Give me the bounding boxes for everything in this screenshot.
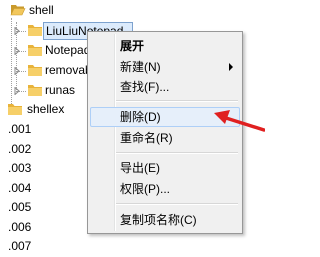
folder-icon	[27, 84, 43, 97]
menu-item-find[interactable]: 查找(F)...	[90, 77, 240, 97]
menu-separator	[116, 203, 238, 205]
tree-node-003[interactable]: .003	[0, 160, 50, 178]
folder-icon	[7, 103, 23, 116]
tree-node-shellex[interactable]: shellex	[0, 101, 90, 119]
folder-icon	[27, 44, 43, 57]
menu-item-label: 重命名(R)	[120, 131, 173, 145]
tree-node-label: shell	[29, 3, 54, 17]
tree-node-notepad[interactable]: Notepad	[0, 42, 90, 60]
tree-node-label: runas	[45, 83, 76, 97]
menu-item-export[interactable]: 导出(E)	[90, 158, 240, 178]
tree-node-006[interactable]: .006	[0, 219, 50, 237]
tree-node-label: .004	[8, 181, 32, 195]
tree-node-label: .007	[8, 239, 32, 253]
tree-node-007[interactable]: .007	[0, 238, 50, 256]
expand-arrow-icon[interactable]	[13, 26, 21, 36]
annotation-arrow-icon	[214, 110, 265, 132]
menu-item-label: 查找(F)...	[120, 80, 170, 94]
tree-node-shell[interactable]: shell	[0, 2, 120, 20]
menu-item-label: 删除(D)	[120, 110, 161, 124]
menu-item-label: 展开	[120, 39, 145, 53]
menu-separator	[116, 152, 238, 154]
folder-icon	[27, 24, 43, 37]
tree-node-removable[interactable]: removable	[0, 62, 91, 80]
folder-icon	[27, 64, 43, 77]
menu-item-expand[interactable]: 展开	[90, 36, 240, 56]
menu-item-label: 复制项名称(C)	[120, 213, 197, 227]
tree-node-004[interactable]: .004	[0, 180, 50, 198]
tree-node-runas[interactable]: runas	[0, 82, 90, 100]
tree-node-label: .006	[8, 220, 32, 234]
menu-item-label: 新建(N)	[120, 60, 161, 74]
menu-item-permissions[interactable]: 权限(P)...	[90, 179, 240, 199]
tree-node-label: .005	[8, 200, 32, 214]
tree-node-label: shellex	[27, 102, 65, 116]
tree-node-label: Notepad	[45, 43, 91, 57]
submenu-arrow-icon	[229, 63, 233, 71]
tree-node-002[interactable]: .002	[0, 141, 50, 159]
tree-node-005[interactable]: .005	[0, 199, 50, 217]
tree-node-label: .003	[8, 161, 32, 175]
folder-open-icon	[10, 3, 26, 16]
expand-arrow-icon[interactable]	[13, 46, 21, 56]
menu-item-copy-key-name[interactable]: 复制项名称(C)	[90, 210, 240, 230]
tree-node-001[interactable]: .001	[0, 121, 50, 139]
tree-node-label: .001	[8, 122, 32, 136]
expand-arrow-icon[interactable]	[13, 66, 21, 76]
tree-node-label: removable	[45, 63, 91, 77]
expand-arrow-icon[interactable]	[13, 86, 21, 96]
menu-item-label: 导出(E)	[120, 161, 160, 175]
menu-item-new[interactable]: 新建(N)	[90, 57, 240, 77]
tree-node-label: .002	[8, 142, 32, 156]
menu-separator	[116, 100, 238, 102]
menu-item-label: 权限(P)...	[120, 182, 170, 196]
